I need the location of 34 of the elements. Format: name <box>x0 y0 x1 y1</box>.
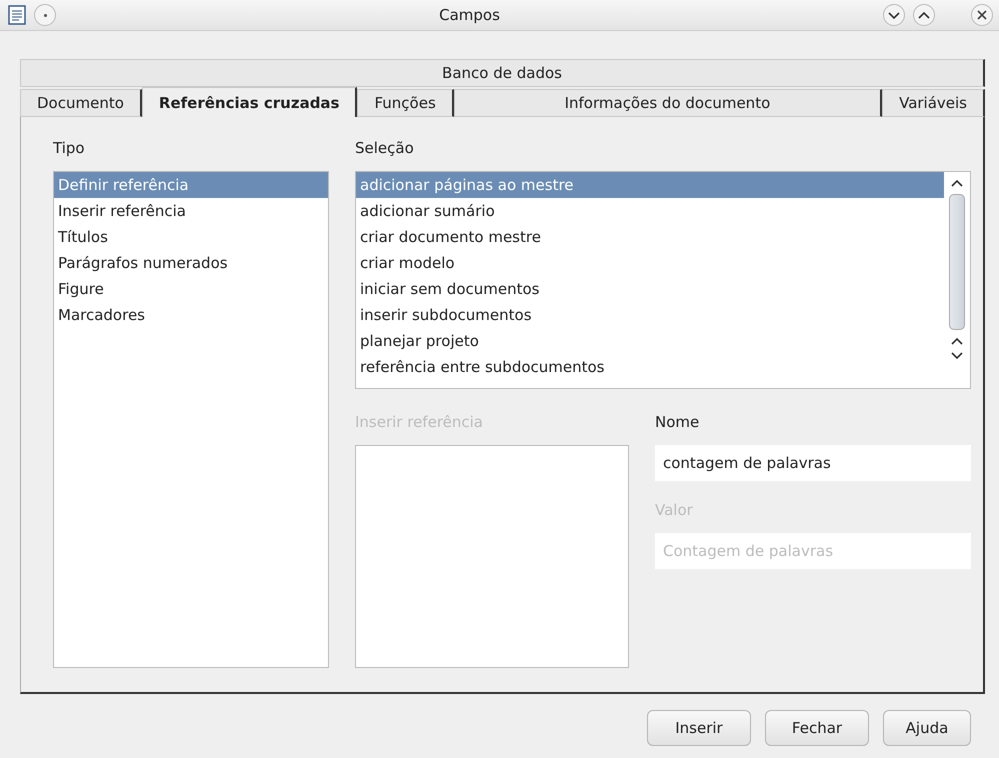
list-item[interactable]: referência entre subdocumentos <box>356 354 944 380</box>
dialog-button[interactable]: Inserir <box>647 710 751 746</box>
list-item[interactable]: criar documento mestre <box>356 224 944 250</box>
close-icon <box>977 10 987 20</box>
list-item[interactable]: Figure <box>54 276 328 302</box>
close-button[interactable] <box>971 4 993 26</box>
list-item[interactable]: planejar projeto <box>356 328 944 354</box>
dialog-button[interactable]: Ajuda <box>883 710 971 746</box>
maximize-button[interactable] <box>913 4 935 26</box>
window-title: Campos <box>438 6 501 24</box>
list-item[interactable]: criar modelo <box>356 250 944 276</box>
minimize-button[interactable] <box>883 4 905 26</box>
list-item[interactable]: iniciar sem documentos <box>356 276 944 302</box>
list-item[interactable]: adicionar sumário <box>356 198 944 224</box>
type-label: Tipo <box>53 139 86 159</box>
document-icon <box>8 5 26 25</box>
list-item[interactable]: Parágrafos numerados <box>54 250 328 276</box>
type-list[interactable]: Definir referência Inserir referência Títulos Parágrafos numerados Figure Marcadores <box>53 171 329 668</box>
list-item[interactable]: Títulos <box>54 224 328 250</box>
tab[interactable]: Informações do documento <box>454 89 882 117</box>
tab[interactable]: Funções <box>357 89 454 117</box>
dot-icon <box>44 14 46 16</box>
dialog-button[interactable]: Fechar <box>765 710 869 746</box>
tab[interactable]: Banco de dados <box>20 59 985 87</box>
tab[interactable]: Variáveis <box>882 89 985 117</box>
name-field[interactable]: contagem de palavras <box>655 445 971 481</box>
list-item[interactable]: Inserir referência <box>54 198 328 224</box>
list-item[interactable]: inserir subdocumentos <box>356 302 944 328</box>
list-item[interactable]: Marcadores <box>54 302 328 328</box>
name-label: Nome <box>655 413 700 433</box>
tab[interactable]: Documento <box>20 89 142 117</box>
scrollbar-thumb[interactable] <box>949 194 965 330</box>
tab[interactable]: Referências cruzadas <box>142 87 358 117</box>
selection-label: Seleção <box>355 139 415 159</box>
